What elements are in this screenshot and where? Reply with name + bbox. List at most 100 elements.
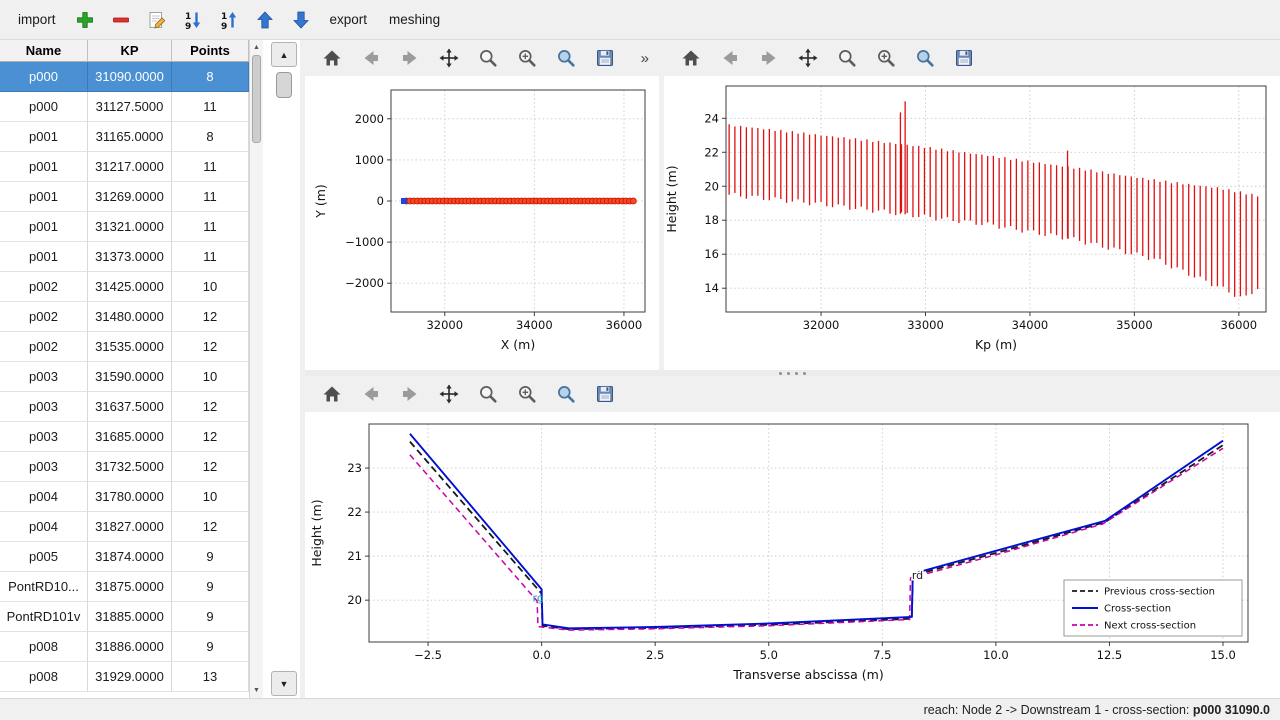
table-scrollbar[interactable]: ▲ ▼ [249,40,263,698]
table-row[interactable]: p00031127.500011 [0,92,249,122]
splitter-dot [787,372,790,375]
svg-text:16: 16 [704,247,719,261]
svg-text:18: 18 [704,213,719,227]
plan-view-figure[interactable]: 320003400036000−2000−1000010002000X (m)Y… [305,76,659,370]
edit-parameters-button[interactable] [912,45,938,71]
configure-subplots-button[interactable] [514,381,540,407]
sort-descending-icon: 19 [182,9,204,31]
table-row[interactable]: p00431780.000010 [0,482,249,512]
save-button[interactable] [592,45,618,71]
save-icon [953,47,975,69]
pan-icon [797,47,819,69]
table-row[interactable]: PontRD10...31875.00009 [0,572,249,602]
save-button[interactable] [951,45,977,71]
home-button[interactable] [319,381,345,407]
meshing-button[interactable]: meshing [383,5,446,35]
forward-button[interactable] [397,45,423,71]
edit-parameters-button[interactable] [553,45,579,71]
row-points: 9 [172,542,249,572]
pan-button[interactable] [436,381,462,407]
scroll-down-arrow-icon[interactable]: ▼ [250,684,263,697]
column-header-kp[interactable]: KP [88,40,172,62]
row-kp: 31535.0000 [88,332,172,362]
row-points: 10 [172,362,249,392]
forward-button[interactable] [756,45,782,71]
table-row[interactable]: p00331637.500012 [0,392,249,422]
zoom-button[interactable] [834,45,860,71]
home-button[interactable] [319,45,345,71]
splitter-dot [779,372,782,375]
home-button[interactable] [678,45,704,71]
zoom-button[interactable] [475,45,501,71]
svg-text:Height (m): Height (m) [309,499,324,566]
toolbar-overflow-chevron[interactable]: » [641,50,649,67]
table-row[interactable]: PontRD101v31885.00009 [0,602,249,632]
table-row[interactable]: p00131269.000011 [0,182,249,212]
selected-cross-section-marker [401,198,407,204]
cross-section-plot[interactable]: −2.50.02.55.07.510.012.515.020212223Tran… [305,412,1280,698]
edit-button[interactable] [144,5,170,35]
sort-ascending-button[interactable]: 19 [216,5,242,35]
move-up-button[interactable] [252,5,278,35]
table-row[interactable]: p00431827.000012 [0,512,249,542]
sort-descending-button[interactable]: 19 [180,5,206,35]
status-bar: reach: Node 2 -> Downstream 1 - cross-se… [0,698,1280,720]
back-button[interactable] [358,381,384,407]
svg-text:21: 21 [347,549,362,563]
add-button[interactable] [72,5,98,35]
back-button[interactable] [717,45,743,71]
save-button[interactable] [592,381,618,407]
table-row[interactable]: p00131321.000011 [0,212,249,242]
table-row[interactable]: p00131165.00008 [0,122,249,152]
pan-button[interactable] [436,45,462,71]
table-row[interactable]: p00531874.00009 [0,542,249,572]
edit-icon [146,9,168,31]
row-points: 11 [172,92,249,122]
longitudinal-profile-plot[interactable]: 3200033000340003500036000141618202224Kp … [664,76,1280,370]
table-row[interactable]: p00131373.000011 [0,242,249,272]
forward-button[interactable] [397,381,423,407]
table-row[interactable]: p00031090.00008 [0,62,249,92]
row-kp: 31886.0000 [88,632,172,662]
table-row[interactable]: p00231535.000012 [0,332,249,362]
svg-text:34000: 34000 [516,318,553,332]
move-down-button[interactable] [288,5,314,35]
plan-view-plot[interactable]: 320003400036000−2000−1000010002000X (m)Y… [305,76,659,370]
zoom-button[interactable] [475,381,501,407]
table-row[interactable]: p00331685.000012 [0,422,249,452]
configure-subplots-button[interactable] [873,45,899,71]
table-scrollbar-thumb[interactable] [252,55,261,143]
row-name: p001 [0,182,88,212]
svg-text:1000: 1000 [355,153,384,167]
table-row[interactable]: p00331590.000010 [0,362,249,392]
scroll-up-button[interactable]: ▲ [271,42,297,67]
column-header-points[interactable]: Points [172,40,249,62]
edit-parameters-button[interactable] [553,381,579,407]
scroll-up-arrow-icon[interactable]: ▲ [250,41,263,54]
cross-section-figure[interactable]: −2.50.02.55.07.510.012.515.020212223Tran… [305,412,1280,698]
row-kp: 31373.0000 [88,242,172,272]
back-button[interactable] [358,45,384,71]
export-button[interactable]: export [324,5,374,35]
table-row[interactable]: p00831929.000013 [0,662,249,692]
svg-text:Previous cross-section: Previous cross-section [1104,587,1215,598]
row-kp: 31480.0000 [88,302,172,332]
row-kp: 31929.0000 [88,662,172,692]
longitudinal-profile-figure[interactable]: 3200033000340003500036000141618202224Kp … [664,76,1280,370]
row-kp: 31885.0000 [88,602,172,632]
scroll-down-button[interactable]: ▼ [271,671,297,696]
table-row[interactable]: p00231480.000012 [0,302,249,332]
remove-button[interactable] [108,5,134,35]
svg-text:Cross-section: Cross-section [1104,604,1171,615]
configure-subplots-button[interactable] [514,45,540,71]
table-row[interactable]: p00331732.500012 [0,452,249,482]
row-name: p003 [0,452,88,482]
table-row[interactable]: p00831886.00009 [0,632,249,662]
table-row[interactable]: p00231425.000010 [0,272,249,302]
panel-scrollbar[interactable]: ▲ ▼ [270,42,298,696]
column-header-name[interactable]: Name [0,40,88,62]
pan-button[interactable] [795,45,821,71]
table-row[interactable]: p00131217.000011 [0,152,249,182]
import-button[interactable]: import [12,5,62,35]
panel-scrollbar-thumb[interactable] [276,72,292,98]
